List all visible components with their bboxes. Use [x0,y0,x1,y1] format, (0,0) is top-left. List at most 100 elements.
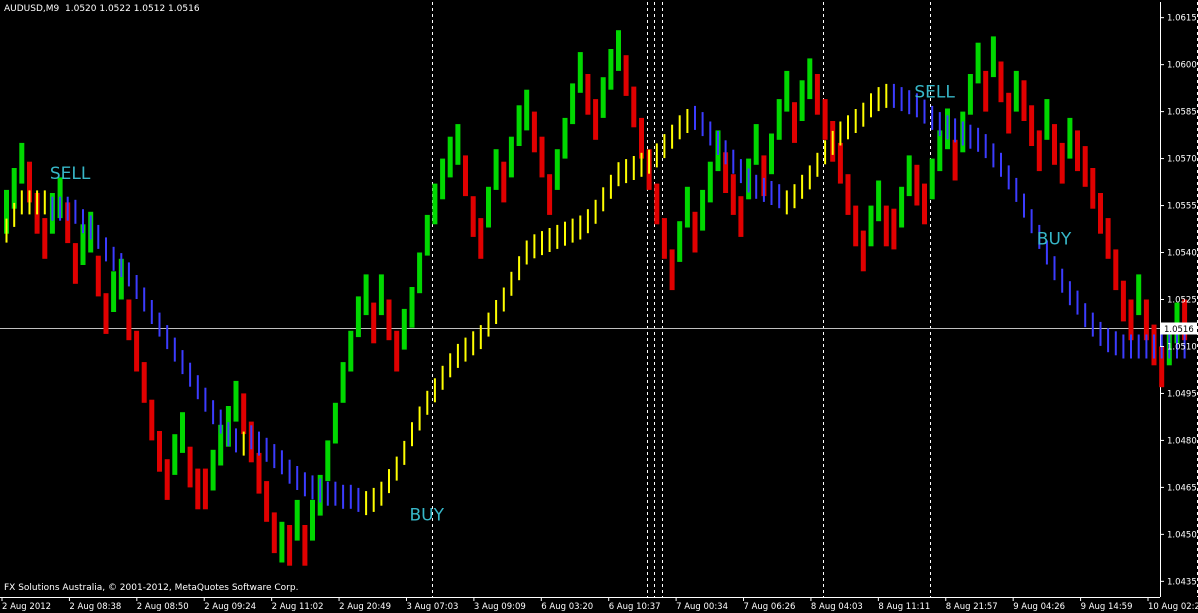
time-tick-label: 8 Aug 21:57 [946,602,998,612]
signal-label: BUY [1037,230,1072,250]
price-bar [470,196,476,237]
current-price-label: 1.0516 [1164,325,1194,335]
trail-segment [1145,334,1148,359]
price-bar [1075,130,1080,172]
price-bar [891,208,897,250]
price-bar [256,452,262,494]
trail-segment [969,124,972,149]
price-bar [424,214,430,256]
price-bar [72,243,78,284]
price-bar [447,136,453,178]
trail-segment [150,300,153,324]
trail-segment [441,365,444,390]
trail-segment [632,156,635,180]
price-bar [1105,218,1111,259]
trail-segment [349,484,352,509]
price-bar [639,117,644,159]
trail-segment [204,387,207,412]
price-bar [501,161,507,203]
price-bar [799,80,805,121]
trail-segment [877,87,880,112]
trail-segment [1076,290,1079,315]
price-bar [983,70,989,112]
time-tick-label: 9 Aug 14:59 [1081,602,1133,612]
trail-segment [426,390,429,415]
price-bar [486,186,491,228]
signal-label: BUY [410,505,445,525]
trail-segment [762,177,765,202]
price-bar [409,287,415,328]
trail-segment [296,466,299,490]
trail-segment [801,174,804,199]
trail-segment [303,472,306,497]
price-tick-label: 1.0600 [1167,61,1197,71]
price-bar [967,74,973,115]
price-tick-label: 1.0555 [1167,202,1197,212]
price-bar [363,274,369,316]
price-bar [876,180,882,222]
trail-segment [1007,165,1010,190]
trail-segment [51,196,54,221]
trail-segment [326,481,329,506]
copyright-text: FX Solutions Australia, © 2001-2012, Met… [4,583,299,593]
price-tick-label: 1.0435 [1167,577,1197,587]
price-bar [332,402,338,444]
trail-segment [319,478,322,503]
trail-segment [701,112,704,137]
trail-segment [938,112,941,137]
trail-segment [992,143,995,168]
time-tick-label: 7 Aug 06:26 [744,602,796,612]
trail-segment [288,459,291,484]
trail-segment [143,287,146,312]
trail-segment [1122,334,1125,359]
price-bar [1021,80,1027,121]
trail-segment [403,440,406,465]
price-bar [348,330,354,372]
price-tick-label: 1.0510 [1167,343,1197,353]
trail-segment [854,109,857,133]
price-bar [669,249,675,291]
price-bar [95,255,101,297]
price-tick-label: 1.0450 [1167,530,1197,540]
price-bar [241,393,247,435]
price-bar [264,481,270,522]
price-bar [730,174,736,215]
price-bar [164,459,170,500]
trail-segment [280,450,283,475]
trail-segment [219,409,222,434]
trail-segment [717,130,719,155]
price-bar [524,89,530,131]
trail-segment [961,121,964,146]
price-bar [937,130,943,172]
time-tick-label: 2 Aug 08:50 [137,602,189,612]
price-bar [172,434,178,475]
price-bar [187,446,193,488]
price-bar [455,124,461,165]
price-bar [157,431,162,472]
price-bar [539,136,545,178]
trail-segment [1099,321,1102,346]
trail-segment [586,209,589,234]
trail-segment [20,190,23,215]
price-bar [807,58,813,100]
price-bar [822,99,828,140]
price-chart[interactable]: SELLBUYSELLBUYSELL1.06151.06001.05851.05… [0,0,1198,613]
trail-segment [946,115,949,140]
price-bar [837,142,843,184]
time-tick-label: 3 Aug 07:03 [407,602,459,612]
trail-segment [1107,328,1110,353]
time-tick-label: 6 Aug 10:37 [609,602,661,612]
price-bar [577,52,583,93]
trail-segment [609,174,612,199]
price-bar [149,399,155,441]
trail-segment [839,121,842,146]
trail-segment [1053,256,1056,281]
price-bar [585,74,591,115]
time-tick-label: 2 Aug 11:02 [272,602,324,612]
trail-segment [1030,209,1033,234]
price-bar [1143,299,1149,341]
trail-segment [395,456,398,481]
price-bar [1059,142,1065,184]
price-bar [401,308,407,350]
trail-segment [548,228,551,252]
